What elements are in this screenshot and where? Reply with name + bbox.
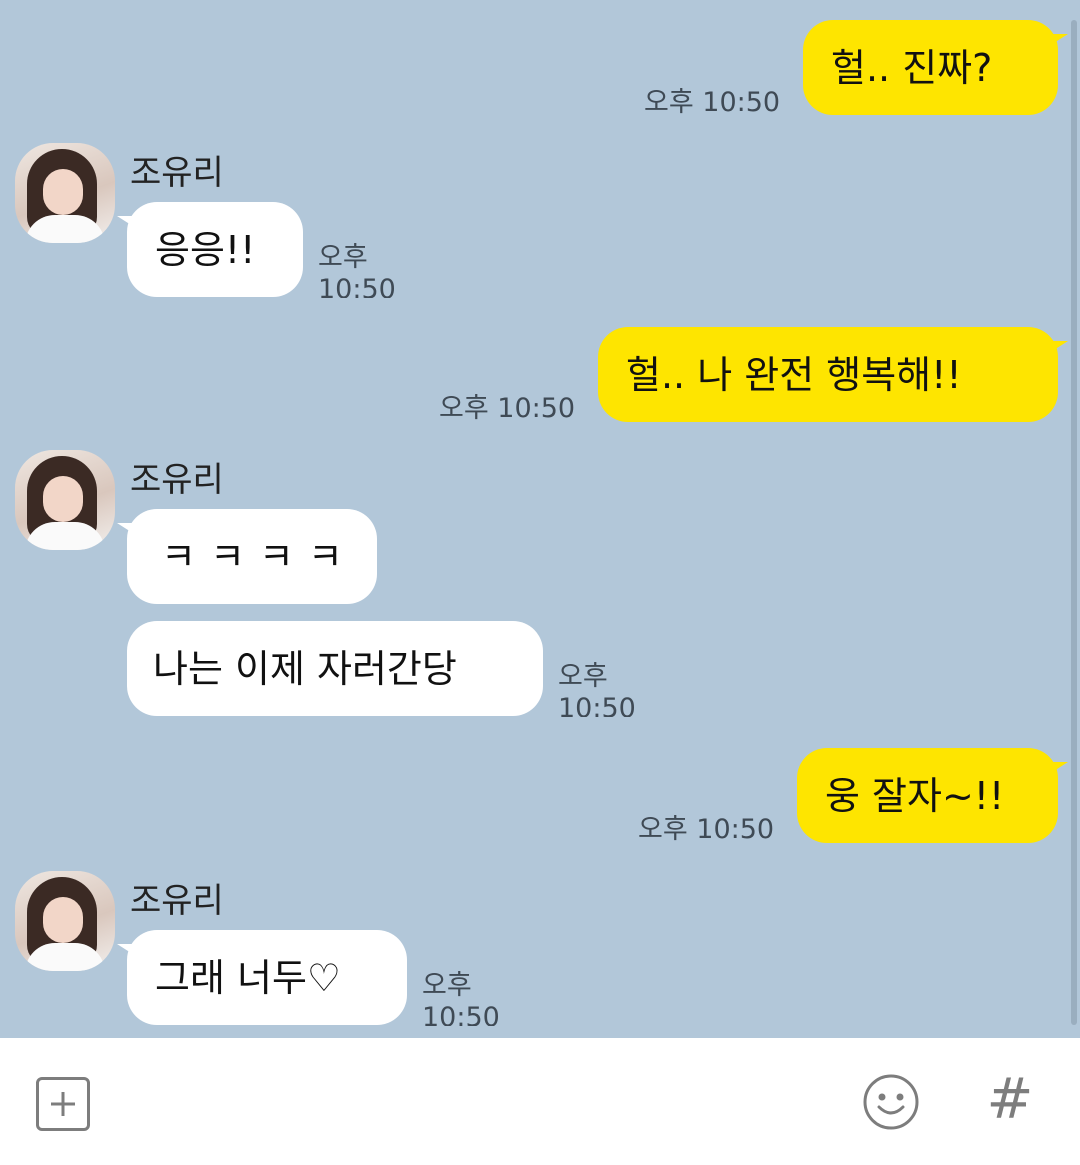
avatar[interactable] [15,143,115,243]
message-time: 오후 10:50 [439,393,576,424]
message-text: 헐.. 진짜? [831,45,993,90]
chat-area[interactable]: 헐.. 진짜? 오후 10:50 조유리 응응!! 오후 10:50 헐.. 나… [0,0,1080,1038]
message-time: 오후 10:50 [644,87,781,118]
my-message-bubble[interactable]: 헐.. 나 완전 행복해!! [598,327,1068,422]
message-time: 오후 10:50 [638,814,775,845]
avatar[interactable] [15,871,115,971]
other-message-bubble[interactable]: 그래 너두♡ [117,930,407,1025]
message-time: 오후 10:50 [558,661,636,717]
plus-icon [51,1092,75,1116]
emoji-button[interactable] [862,1073,920,1131]
sender-name: 조유리 [130,153,224,193]
other-message-bubble[interactable]: 응응!! [117,202,303,297]
message-text: 그래 너두♡ [155,955,341,1000]
sender-name: 조유리 [130,460,224,500]
other-message-bubble[interactable]: 나는 이제 자러간당 [127,621,543,716]
message-time: 오후 10:50 [422,970,500,1026]
hashtag-search-button[interactable]: # [985,1070,1035,1130]
other-message-bubble[interactable]: ㅋㅋㅋㅋ [117,509,377,604]
message-text: 웅 잘자~!! [825,773,1005,818]
scrollbar[interactable] [1071,20,1077,1025]
sender-name: 조유리 [130,881,224,921]
plus-button[interactable] [36,1077,90,1131]
message-time: 오후 10:50 [318,242,396,298]
avatar[interactable] [15,450,115,550]
message-text: 헐.. 나 완전 행복해!! [626,352,962,397]
message-text: ㅋㅋㅋㅋ [161,534,357,579]
smiley-icon [863,1074,919,1130]
message-text: 응응!! [155,227,256,272]
my-message-bubble[interactable]: 웅 잘자~!! [797,748,1068,843]
my-message-bubble[interactable]: 헐.. 진짜? [803,20,1068,115]
message-text: 나는 이제 자러간당 [153,646,457,691]
